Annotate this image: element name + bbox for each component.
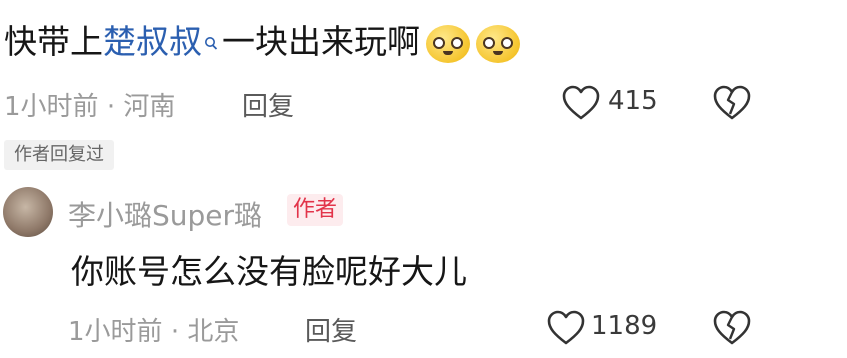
author-badge: 作者 [287, 194, 344, 226]
comment-meta: 1小时前 · 河南 [4, 86, 175, 123]
reply-button[interactable]: 回复 [305, 311, 357, 348]
reply-meta: 1小时前 · 北京 [68, 311, 239, 348]
like-count: 1189 [591, 311, 658, 341]
search-icon[interactable] [204, 22, 218, 50]
reply-text: 你账号怎么没有脸呢好大儿 [71, 252, 467, 291]
broken-heart-icon[interactable] [712, 84, 752, 126]
heart-icon[interactable] [561, 84, 601, 126]
pleading-face-icon [476, 24, 520, 63]
author-replied-tag: 作者回复过 [4, 140, 114, 170]
reply-location: 北京 [187, 317, 240, 347]
reply-button[interactable]: 回复 [242, 86, 294, 123]
comment-text-part: 快带上 [4, 22, 103, 61]
comment-text: 快带上楚叔叔 一块出来玩啊 [4, 22, 520, 63]
pleading-face-icon [426, 24, 470, 63]
comment-time: 1小时前 [4, 92, 99, 122]
mention-link[interactable]: 楚叔叔 [103, 22, 202, 61]
reply-time: 1小时前 [68, 317, 163, 347]
comment-text-part: 一块出来玩啊 [222, 22, 420, 61]
avatar[interactable] [3, 187, 53, 237]
comment-location: 河南 [123, 92, 176, 122]
broken-heart-icon[interactable] [712, 309, 752, 351]
separator-dot: · [170, 317, 188, 347]
separator-dot: · [106, 92, 124, 122]
heart-icon[interactable] [546, 309, 586, 351]
like-count: 415 [608, 86, 658, 116]
reply-username[interactable]: 李小璐Super璐 [68, 194, 262, 234]
